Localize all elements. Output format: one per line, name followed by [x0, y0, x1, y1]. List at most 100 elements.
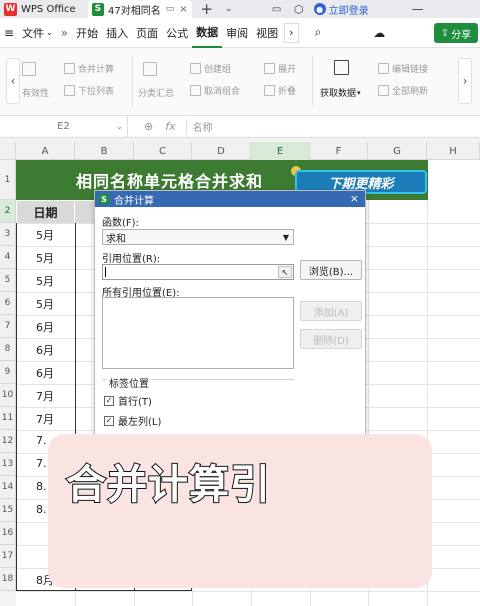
col-header-h[interactable]: H [427, 142, 480, 160]
row-header-10[interactable]: 10 [0, 384, 15, 407]
date-cell[interactable]: 8. [36, 503, 47, 516]
menu-review[interactable]: 审阅 [222, 18, 252, 48]
menu-start[interactable]: 开始 [72, 18, 102, 48]
fx-icon[interactable]: fx [165, 120, 175, 133]
share-button[interactable]: ⇪ 分享 [434, 23, 478, 43]
date-cell[interactable]: 8. [36, 480, 47, 493]
collapse-text: 折叠 [278, 87, 297, 97]
edit-links-button[interactable]: 编辑链接 [378, 62, 428, 75]
col-header-e[interactable]: E [251, 142, 310, 160]
expand-button[interactable]: 展开 [264, 62, 296, 75]
group-button[interactable]: 创建组 [190, 62, 231, 75]
cloud-icon[interactable]: ☁ [369, 18, 389, 48]
date-cell[interactable]: 7. [36, 457, 47, 470]
title-bar: W WPS Office S 47对相同名 ▭ × + ⌄ ▭ ⬡ ● 立即登录… [0, 0, 480, 18]
date-cell[interactable]: 7. [36, 434, 47, 447]
col-header-f[interactable]: F [310, 142, 368, 160]
date-cell[interactable]: 6月 [36, 319, 54, 335]
row-header-11[interactable]: 11 [0, 407, 15, 430]
refresh-all-button[interactable]: 全部刷新 [378, 84, 428, 97]
row-header-6[interactable]: 6 [0, 292, 15, 315]
get-data-button[interactable] [334, 60, 352, 75]
row-header-17[interactable]: 17 [0, 545, 15, 568]
date-cell[interactable]: 5月 [36, 296, 54, 312]
app-tab[interactable]: W WPS Office [0, 0, 80, 18]
row-header-14[interactable]: 14 [0, 476, 15, 499]
formula-input[interactable]: 名称 [185, 119, 213, 134]
login-link[interactable]: ● 立即登录 [313, 2, 369, 17]
col-header-b[interactable]: B [75, 142, 134, 160]
col-header-d[interactable]: D [192, 142, 251, 160]
row-header-12[interactable]: 12 [0, 430, 15, 453]
close-icon[interactable]: × [350, 192, 359, 205]
row-header-1[interactable]: 1 [0, 160, 15, 200]
search-icon[interactable]: ⌕ [311, 18, 326, 48]
back-arrow-icon[interactable]: » [57, 18, 72, 48]
row-header-7[interactable]: 7 [0, 315, 15, 338]
subtotal-label[interactable]: 分类汇总 [138, 86, 174, 99]
date-header-cell[interactable]: 日期 [17, 201, 74, 223]
consolidate-button[interactable]: 合并计算 [64, 62, 114, 75]
zoom-icon[interactable]: ⊕ [144, 120, 153, 133]
hamburger-icon[interactable]: ≡ [0, 18, 18, 48]
delete-button[interactable]: 删除(D) [300, 329, 362, 349]
checkbox-check-icon: ✓ [104, 395, 114, 406]
date-cell[interactable]: 5月 [36, 273, 54, 289]
row-header-5[interactable]: 5 [0, 269, 15, 292]
ribbon-left-icon[interactable]: ‹ [6, 58, 20, 104]
row-header-3[interactable]: 3 [0, 223, 15, 246]
all-refs-list[interactable] [102, 297, 294, 369]
browse-button[interactable]: 浏览(B)... [300, 260, 362, 280]
menu-formula[interactable]: 公式 [162, 18, 192, 48]
ref-input[interactable]: ↖ [102, 264, 294, 280]
new-tab-icon[interactable]: + [196, 0, 218, 18]
top-row-checkbox[interactable]: ✓ 首行(T) [104, 393, 152, 408]
ungroup-button[interactable]: 取消组合 [190, 84, 240, 97]
validity-label[interactable]: 有效性 [22, 86, 49, 99]
screen-icon[interactable]: ▭ [166, 4, 175, 14]
col-header-g[interactable]: G [368, 142, 427, 160]
left-col-checkbox[interactable]: ✓ 最左列(L) [104, 413, 161, 428]
get-data-label[interactable]: 获取数据 ▾ [320, 86, 361, 100]
more-menu-icon[interactable]: › [284, 22, 299, 43]
validity-button[interactable] [22, 62, 39, 76]
row-header-18[interactable]: 18 [0, 568, 15, 591]
col-header-a[interactable]: A [16, 142, 75, 160]
function-select[interactable]: 求和 ▼ [102, 229, 294, 245]
add-button[interactable]: 添加(A) [300, 301, 362, 321]
box-icon[interactable]: ⬡ [288, 0, 310, 18]
collapse-button[interactable]: 折叠 [264, 84, 296, 97]
menu-file[interactable]: 文件 ⌄ [18, 18, 57, 48]
col-header-c[interactable]: C [134, 142, 192, 160]
row-header-16[interactable]: 16 [0, 522, 15, 545]
date-cell[interactable]: 7月 [36, 411, 54, 427]
corner-cell[interactable] [0, 142, 16, 160]
menu-page[interactable]: 页面 [132, 18, 162, 48]
row-header-2[interactable]: 2 [0, 200, 15, 223]
subtotal-button[interactable] [143, 62, 160, 76]
window-icon[interactable]: ▭ [266, 0, 288, 18]
collapse-dialog-icon[interactable]: ↖ [278, 266, 292, 278]
menu-insert[interactable]: 插入 [102, 18, 132, 48]
date-cell[interactable]: 7月 [36, 388, 54, 404]
validity-icon [22, 62, 36, 76]
minimize-icon[interactable]: — [407, 0, 429, 18]
row-header-9[interactable]: 9 [0, 361, 15, 384]
menu-data[interactable]: 数据 [192, 18, 223, 48]
row-header-8[interactable]: 8 [0, 338, 15, 361]
row-header-4[interactable]: 4 [0, 246, 15, 269]
row-header-15[interactable]: 15 [0, 499, 15, 522]
doc-tab[interactable]: S 47对相同名 ▭ × [87, 0, 192, 18]
name-box[interactable]: E2 ⌄ [0, 115, 128, 138]
date-cell[interactable]: 5月 [36, 250, 54, 266]
date-cell[interactable]: 5月 [36, 227, 54, 243]
dialog-title-bar[interactable]: S 合并计算 × [95, 191, 365, 207]
date-cell[interactable]: 6月 [36, 342, 54, 358]
menu-view[interactable]: 视图 [252, 18, 282, 48]
ribbon-right-icon[interactable]: › [458, 58, 472, 104]
chevron-down-icon[interactable]: ⌄ [218, 0, 240, 18]
close-tab-icon[interactable]: × [179, 4, 187, 15]
date-cell[interactable]: 6月 [36, 365, 54, 381]
row-header-13[interactable]: 13 [0, 453, 15, 476]
dropdown-list-button[interactable]: 下拉列表 [64, 84, 114, 97]
